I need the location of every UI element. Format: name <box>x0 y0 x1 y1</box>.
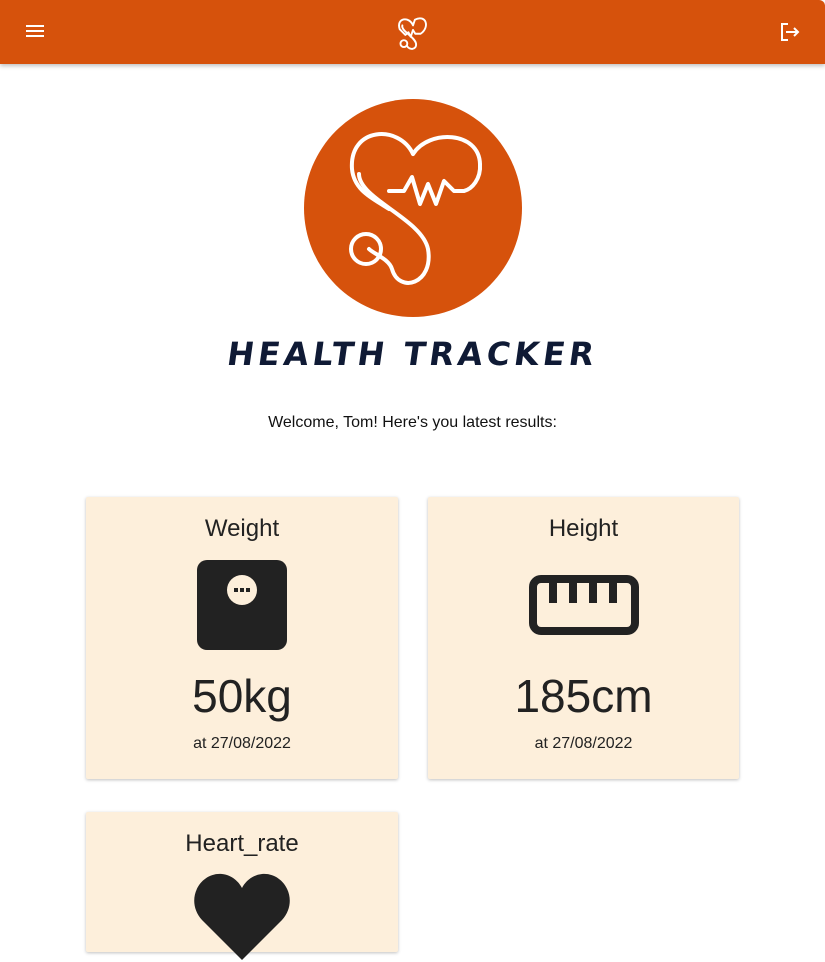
card-title: Heart_rate <box>185 830 299 857</box>
brand-title: HEALTH TRACKER <box>224 335 601 373</box>
heart-rate-card[interactable]: Heart_rate <box>86 812 398 960</box>
menu-button[interactable] <box>20 16 52 48</box>
card-title: Height <box>548 515 619 542</box>
card-title: Weight <box>204 515 280 542</box>
weight-value: 50kg <box>192 670 292 722</box>
welcome-message: Welcome, Tom! Here's you latest results: <box>268 414 557 431</box>
ruler-icon <box>528 575 639 635</box>
app-bar <box>0 0 825 64</box>
height-card[interactable]: Height 185cm at 27/08/2022 <box>428 497 739 779</box>
weight-card[interactable]: Weight 50kg at 27/08/2022 <box>86 497 398 779</box>
heart-icon <box>194 873 290 960</box>
scale-icon <box>197 560 287 650</box>
height-value: 185cm <box>514 670 653 722</box>
logout-icon <box>781 23 800 41</box>
logout-button[interactable] <box>774 16 806 48</box>
weight-date: at 27/08/2022 <box>193 735 291 752</box>
heart-stethoscope-logo-icon[interactable] <box>394 13 432 53</box>
height-date: at 27/08/2022 <box>534 735 633 752</box>
menu-icon <box>26 25 44 37</box>
health-tracker-logo <box>304 99 522 317</box>
